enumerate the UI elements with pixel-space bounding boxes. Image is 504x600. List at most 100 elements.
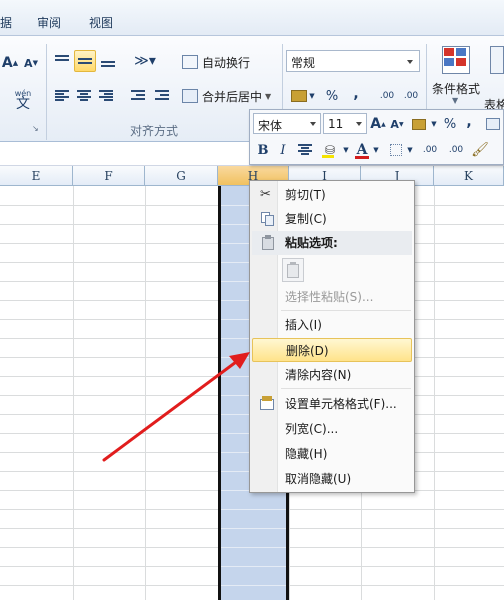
menu-item-label: 选择性粘贴(S)... — [285, 290, 374, 304]
menu-item-label: 取消隐藏(U) — [285, 472, 352, 486]
context-menu: ✂ 剪切(T) 复制(C) 粘贴选项: 选择性粘贴(S)... 插入(I) 删除… — [249, 180, 415, 493]
fill-color-swatch — [322, 155, 334, 158]
bold-button[interactable]: B — [254, 140, 272, 160]
column-header-e[interactable]: E — [0, 166, 73, 186]
selected-row-gridline — [221, 528, 286, 529]
font-size-select[interactable]: 11 — [323, 113, 367, 134]
menu-item-insert[interactable]: 插入(I) — [252, 313, 412, 337]
selected-row-gridline — [221, 585, 286, 586]
menu-item-label: 插入(I) — [285, 318, 322, 332]
font-name-select[interactable]: 宋体 — [253, 113, 321, 134]
table-format-button[interactable] — [490, 42, 504, 78]
chevron-down-icon[interactable]: ▼ — [430, 114, 438, 134]
grow-font-button[interactable]: A ▲ — [369, 114, 387, 134]
font-color-button[interactable]: A — [352, 140, 372, 160]
italic-button[interactable]: I — [274, 140, 292, 160]
align-right-button[interactable] — [96, 86, 116, 106]
shrink-font-button[interactable]: A ▼ — [22, 54, 40, 72]
format-cells-icon — [260, 396, 276, 412]
phonetic-guide-button[interactable]: wén 文 — [8, 86, 38, 112]
merge-center-button[interactable]: 合并后居中 ▼ — [182, 86, 278, 106]
column-header-k[interactable]: K — [434, 166, 504, 186]
align-bottom-button[interactable] — [98, 50, 118, 72]
percent-button[interactable]: % — [322, 86, 342, 106]
shrink-font-button[interactable]: A ▼ — [389, 114, 405, 134]
chevron-down-icon[interactable]: ▼ — [342, 140, 350, 160]
wrap-text-button[interactable]: 自动换行 — [182, 52, 262, 72]
decrease-decimal-button[interactable]: .00 — [400, 86, 422, 106]
table-format-icon — [490, 46, 504, 74]
menu-item-unhide[interactable]: 取消隐藏(U) — [252, 467, 412, 491]
alignment-group-label: 对齐方式 — [130, 124, 179, 138]
align-left-button[interactable] — [52, 86, 72, 106]
increase-decimal-button[interactable]: .00 — [418, 140, 442, 160]
dialog-launcher-icon[interactable]: ↘ — [32, 124, 39, 133]
orientation-button[interactable]: ≫▾ — [130, 50, 160, 72]
column-header-f[interactable]: F — [73, 166, 145, 186]
tab-review[interactable]: 审阅 — [37, 14, 61, 31]
copy-icon — [260, 211, 276, 227]
menu-item-paste-option[interactable] — [252, 257, 412, 283]
borders-button[interactable] — [386, 140, 406, 160]
menu-item-label: 复制(C) — [285, 212, 327, 226]
menu-item-label: 删除(D) — [286, 344, 329, 358]
menu-item-paste-special: 选择性粘贴(S)... — [252, 285, 412, 309]
menu-item-format-cells[interactable]: 设置单元格格式(F)... — [252, 392, 412, 416]
font-name-value: 宋体 — [258, 119, 283, 133]
comma-button[interactable]: , — [462, 112, 476, 132]
font-color-swatch — [355, 156, 369, 159]
selected-row-gridline — [221, 566, 286, 567]
selected-row-gridline — [221, 509, 286, 510]
chevron-down-icon — [310, 122, 316, 126]
menu-item-label: 列宽(C)... — [285, 422, 339, 436]
percent-button[interactable]: % — [442, 114, 458, 134]
column-header-g[interactable]: G — [145, 166, 218, 186]
align-middle-icon — [78, 55, 92, 67]
menu-item-delete[interactable]: 删除(D) — [252, 338, 412, 362]
format-table-button[interactable] — [484, 114, 502, 134]
increase-indent-button[interactable] — [152, 86, 172, 106]
increase-indent-icon — [155, 90, 169, 102]
currency-button[interactable]: ▼ — [288, 86, 318, 106]
menu-item-column-width[interactable]: 列宽(C)... — [252, 417, 412, 441]
align-center-button[interactable] — [74, 86, 94, 106]
format-painter-button[interactable]: 🖌 — [470, 140, 490, 160]
currency-button[interactable] — [408, 114, 430, 134]
menu-item-hide[interactable]: 隐藏(H) — [252, 442, 412, 466]
paintbrush-icon: 🖌 — [471, 142, 489, 158]
align-middle-button[interactable] — [74, 50, 96, 72]
decrease-decimal-button[interactable]: .00 — [444, 140, 468, 160]
align-right-icon — [99, 90, 113, 102]
ribbon-tab-bar: 据 审阅 视图 — [0, 0, 504, 36]
align-top-button[interactable] — [52, 50, 72, 72]
decrease-indent-icon — [131, 90, 145, 102]
menu-item-paste-options: 粘贴选项: — [252, 231, 412, 255]
menu-item-copy[interactable]: 复制(C) — [252, 207, 412, 231]
column-gridline — [145, 186, 146, 600]
chevron-down-icon — [407, 60, 413, 64]
align-center-icon — [77, 90, 91, 102]
tab-view[interactable]: 视图 — [89, 14, 113, 31]
conditional-format-button[interactable] — [436, 42, 476, 78]
number-format-select[interactable]: 常规 — [286, 50, 420, 72]
grow-font-button[interactable]: A ▲ — [0, 54, 20, 72]
increase-decimal-button[interactable]: .00 — [376, 86, 398, 106]
comma-button[interactable]: , — [346, 84, 366, 104]
menu-item-label: 设置单元格格式(F)... — [285, 397, 397, 411]
chevron-down-icon: ▼ — [265, 91, 272, 101]
center-align-button[interactable] — [296, 140, 314, 160]
table-icon — [486, 118, 500, 130]
decrease-indent-button[interactable] — [128, 86, 148, 106]
wrap-text-icon — [182, 55, 198, 69]
menu-separator — [281, 310, 411, 311]
tab-data[interactable]: 据 — [0, 14, 12, 31]
fill-color-button[interactable]: ⛁ — [318, 140, 342, 160]
menu-item-clear-contents[interactable]: 清除内容(N) — [252, 363, 412, 387]
chevron-down-icon[interactable]: ▼ — [372, 140, 380, 160]
chevron-down-icon[interactable]: ▼ — [406, 140, 414, 160]
borders-icon — [390, 144, 402, 156]
align-left-icon — [55, 90, 69, 102]
menu-separator — [281, 388, 411, 389]
menu-item-cut[interactable]: ✂ 剪切(T) — [252, 183, 412, 207]
currency-icon — [412, 118, 426, 130]
